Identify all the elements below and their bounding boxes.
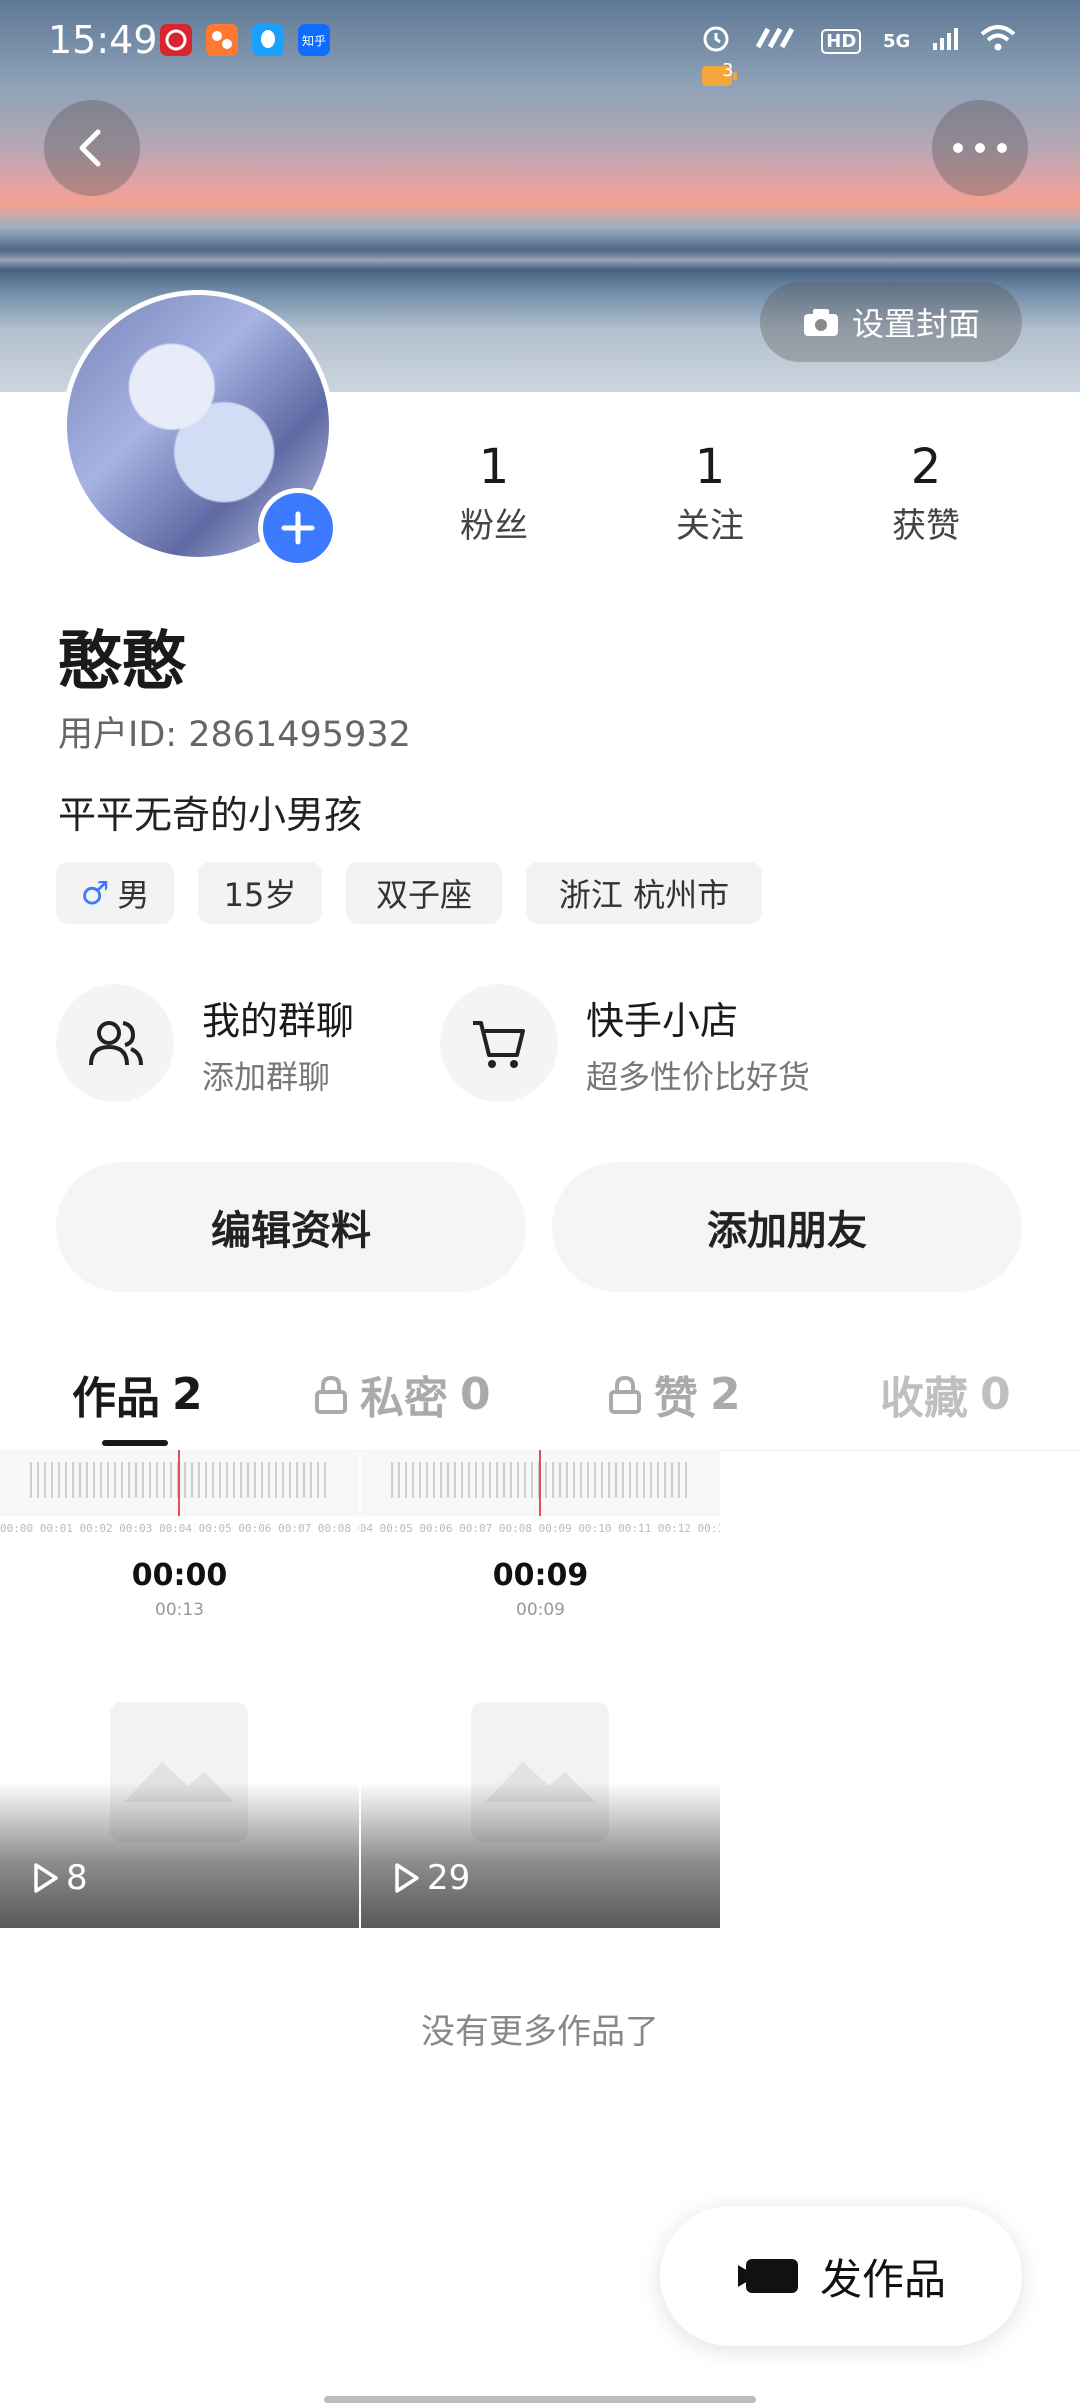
status-time: 15:49 <box>48 18 158 62</box>
publish-button[interactable]: 发作品 <box>660 2206 1022 2346</box>
stat-following-value: 1 <box>694 439 726 495</box>
kuaishou-shop-entry[interactable]: 快手小店 超多性价比好货 <box>440 984 880 1104</box>
cell-signal-icon <box>932 25 958 57</box>
play-icon <box>34 1863 58 1893</box>
play-count: 29 <box>393 1858 470 1898</box>
netease-music-icon <box>160 24 192 56</box>
hd-badge: HD <box>821 28 862 54</box>
more-button[interactable] <box>932 100 1028 196</box>
group-chat-subtitle: 添加群聊 <box>202 1058 331 1096</box>
5g-label: 5G <box>882 30 911 52</box>
tag-zodiac: 双子座 <box>346 862 502 924</box>
lock-icon <box>609 1375 641 1414</box>
tab-active-indicator <box>102 1440 168 1446</box>
tag-gender: ♂ 男 <box>56 862 174 924</box>
timeline-ticks: 00:00 00:01 00:02 00:03 00:04 00:05 00:0… <box>0 1522 359 1535</box>
tab-private[interactable]: 私密 0 <box>314 1362 491 1426</box>
user-name: 憨憨 <box>58 625 186 699</box>
qq-icon <box>252 24 284 56</box>
alarm-icon <box>700 22 732 60</box>
playhead-marker <box>539 1450 541 1516</box>
add-friend-button[interactable]: 添加朋友 <box>552 1162 1022 1292</box>
shop-title: 快手小店 <box>586 999 739 1043</box>
playhead-marker <box>178 1450 180 1516</box>
camera-icon <box>803 309 838 336</box>
tab-likes[interactable]: 赞 2 <box>608 1362 741 1426</box>
publish-label: 发作品 <box>819 2254 946 2304</box>
stat-following-label: 关注 <box>676 506 744 546</box>
play-count-value: 29 <box>427 1858 471 1898</box>
set-cover-label: 设置封面 <box>851 305 980 343</box>
tab-collections-label: 收藏 <box>880 1373 968 1424</box>
tag-age: 15岁 <box>198 862 322 924</box>
tab-works-count: 2 <box>172 1368 203 1420</box>
stat-followers-value: 1 <box>478 439 510 495</box>
back-button[interactable] <box>44 100 140 196</box>
shop-subtitle: 超多性价比好货 <box>586 1058 811 1096</box>
edit-profile-button[interactable]: 编辑资料 <box>56 1162 526 1292</box>
avatar-add-button[interactable] <box>258 488 338 568</box>
stat-following[interactable]: 1 关注 <box>610 440 810 547</box>
tag-location: 浙江 杭州市 <box>526 862 762 924</box>
no-more-works-text: 没有更多作品了 <box>421 2012 659 2052</box>
audio-waveform <box>0 1450 359 1516</box>
wifi-icon <box>980 24 1016 58</box>
tag-gender-label: 男 <box>117 876 150 914</box>
tab-private-label: 私密 <box>360 1373 448 1424</box>
app-orange-icon <box>206 24 238 56</box>
back-arrow-icon <box>79 129 101 167</box>
work-card[interactable]: 00:00 00:01 00:02 00:03 00:04 00:05 00:0… <box>361 1450 720 1928</box>
stat-followers[interactable]: 1 粉丝 <box>394 440 594 547</box>
male-icon: ♂ <box>80 874 110 912</box>
set-cover-button[interactable]: 设置封面 <box>760 282 1022 362</box>
zhihu-icon: 知乎 <box>298 24 330 56</box>
user-id[interactable]: 用户ID: 2861495932 <box>58 706 411 757</box>
battery-icon: 3 <box>700 60 740 96</box>
work-duration: 00:13 <box>155 1600 204 1620</box>
tab-collections[interactable]: 收藏 0 <box>880 1362 1011 1426</box>
battery-level: 3 <box>722 60 734 81</box>
tab-collections-count: 0 <box>980 1368 1011 1420</box>
stat-likes-label: 获赞 <box>892 506 960 546</box>
timeline-ticks: 00:00 00:01 00:02 00:03 00:04 00:05 00:0… <box>361 1522 720 1535</box>
home-indicator[interactable] <box>324 2396 756 2403</box>
stat-likes-value: 2 <box>910 439 942 495</box>
lock-icon <box>315 1375 347 1414</box>
audio-waveform <box>361 1450 720 1516</box>
tab-likes-label: 赞 <box>654 1373 698 1424</box>
more-dots-icon <box>953 143 1007 153</box>
play-count-value: 8 <box>66 1858 88 1898</box>
group-chat-entry[interactable]: 我的群聊 添加群聊 <box>56 984 396 1104</box>
work-card[interactable]: 00:00 00:01 00:02 00:03 00:04 00:05 00:0… <box>0 1450 359 1928</box>
play-icon <box>395 1863 419 1893</box>
work-current-time: 00:00 <box>131 1558 228 1593</box>
signal-speed-icon <box>754 25 800 57</box>
group-chat-icon <box>56 984 174 1102</box>
tab-private-count: 0 <box>460 1368 491 1420</box>
tab-works[interactable]: 作品 2 <box>72 1362 203 1426</box>
shopping-cart-icon <box>440 984 558 1102</box>
status-indicators: HD 5G 3 <box>700 22 1080 96</box>
work-duration: 00:09 <box>516 1600 565 1620</box>
video-camera-icon <box>737 2259 798 2293</box>
work-current-time: 00:09 <box>492 1558 589 1593</box>
stat-likes[interactable]: 2 获赞 <box>826 440 1026 547</box>
group-chat-title: 我的群聊 <box>202 999 355 1043</box>
tab-likes-count: 2 <box>710 1368 741 1420</box>
tab-works-label: 作品 <box>72 1373 160 1424</box>
bio: 平平无奇的小男孩 <box>58 793 363 837</box>
play-count: 8 <box>32 1858 88 1898</box>
stat-followers-label: 粉丝 <box>460 506 528 546</box>
plus-icon <box>281 511 315 545</box>
